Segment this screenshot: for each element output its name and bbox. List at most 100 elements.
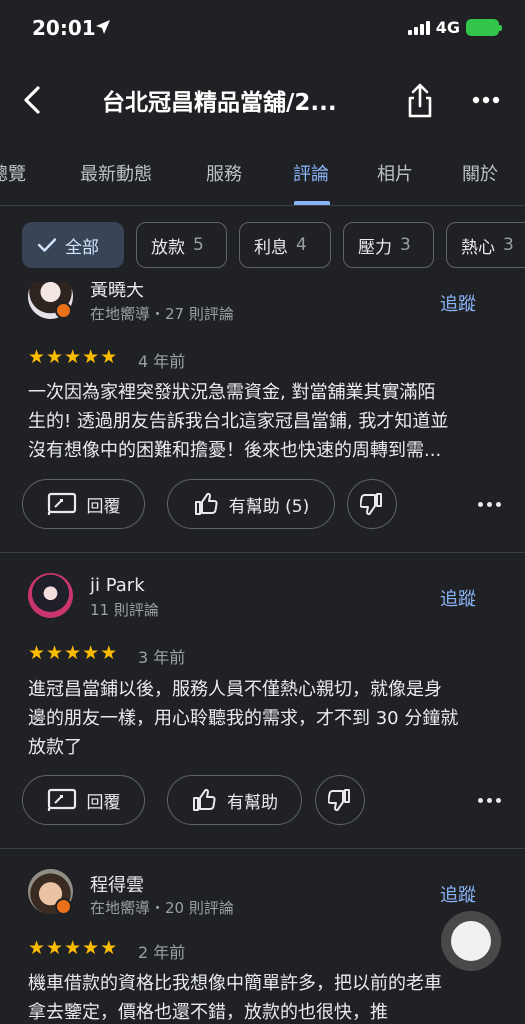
tab-about[interactable]: 關於 bbox=[462, 160, 498, 186]
star-rating: ★ ★ ★ ★ ★ bbox=[28, 939, 117, 958]
filter-chip-label: 熱心 bbox=[461, 237, 495, 258]
local-guide-badge-icon bbox=[55, 302, 72, 319]
star-icon: ★ bbox=[82, 642, 100, 664]
review-text-line: 沒有想像中的困難和擔憂！後來也快速的周轉到需... bbox=[28, 440, 442, 461]
more-options-button[interactable] bbox=[468, 88, 504, 112]
tab-overview[interactable]: 總覽 bbox=[0, 160, 26, 186]
filter-chip-count: 4 bbox=[296, 235, 307, 255]
reply-icon bbox=[47, 788, 76, 811]
not-helpful-button[interactable] bbox=[315, 775, 365, 825]
check-icon bbox=[37, 238, 57, 252]
network-type: 4G bbox=[435, 18, 460, 37]
share-icon bbox=[408, 83, 432, 118]
thumbs-up-icon bbox=[194, 492, 218, 515]
active-tab-indicator bbox=[294, 201, 330, 205]
review-card: ji Park 11 則評論 追蹤 ★ ★ ★ ★ ★ 3 年前 進冠昌當鋪以後，服務人… bbox=[0, 553, 525, 848]
review-date: 2 年前 bbox=[138, 943, 186, 962]
star-icon: ★ bbox=[100, 937, 118, 959]
filter-chip-all[interactable]: 全部 bbox=[22, 222, 124, 268]
reply-label: 回覆 bbox=[86, 792, 121, 813]
review-more-icon[interactable] bbox=[478, 499, 506, 509]
filter-chip-label: 全部 bbox=[65, 237, 99, 258]
filter-chip-pressure[interactable]: 壓力 3 bbox=[343, 222, 434, 268]
review-card: 黃曉大 在地嚮導・27 則評論 追蹤 ★ ★ ★ ★ ★ 4 年前 一次因為家裡突發狀況… bbox=[0, 282, 525, 552]
place-tabs: 總覽 最新動態 服務 評論 相片 關於 bbox=[0, 142, 525, 206]
review-text[interactable]: 進冠昌當鋪以後，服務人員不僅熱心親切，就像是身 邊的朋友一樣，用心聆聽我的需求，… bbox=[28, 675, 498, 762]
thumbs-down-icon bbox=[360, 493, 382, 516]
helpful-label: 有幫助 (5) bbox=[228, 496, 310, 517]
local-guide-badge-icon bbox=[55, 898, 72, 915]
page-title: 台北冠昌精品當舖/2... bbox=[102, 90, 337, 116]
thumbs-down-icon bbox=[328, 789, 350, 812]
star-icon: ★ bbox=[64, 642, 82, 664]
assistive-touch-button[interactable] bbox=[441, 911, 501, 971]
star-icon: ★ bbox=[46, 937, 64, 959]
review-date: 3 年前 bbox=[138, 648, 186, 667]
review-text-line: 生的! 透過朋友告訴我台北這家冠昌當鋪, 我才知道並 bbox=[28, 411, 449, 432]
filter-chip-count: 5 bbox=[193, 235, 204, 255]
reviewer-name[interactable]: 程得雲 bbox=[90, 871, 144, 897]
reply-label: 回覆 bbox=[86, 496, 121, 517]
review-text-line: 邊的朋友一樣，用心聆聽我的需求，才不到 30 分鐘就 bbox=[28, 708, 459, 729]
star-icon: ★ bbox=[100, 346, 118, 368]
tab-updates[interactable]: 最新動態 bbox=[80, 160, 152, 186]
filter-chip-count: 3 bbox=[400, 235, 411, 255]
reply-button[interactable]: 回覆 bbox=[22, 775, 145, 825]
helpful-button[interactable]: 有幫助 (5) bbox=[167, 479, 335, 529]
thumbs-up-icon bbox=[193, 788, 216, 811]
filter-chip-label: 放款 bbox=[151, 237, 185, 258]
follow-button[interactable]: 追蹤 bbox=[440, 881, 476, 907]
filter-chip-interest[interactable]: 利息 4 bbox=[239, 222, 331, 268]
star-rating: ★ ★ ★ ★ ★ bbox=[28, 644, 117, 663]
reviewer-meta: 11 則評論 bbox=[90, 601, 159, 619]
review-text[interactable]: 一次因為家裡突發狀況急需資金, 對當舖業其實滿陌 生的! 透過朋友告訴我台北這家… bbox=[28, 378, 498, 465]
share-button[interactable] bbox=[402, 80, 438, 120]
filter-chip-enthusiastic[interactable]: 熱心 3 bbox=[446, 222, 525, 268]
review-text-line: 拿去鑒定，價格也還不錯，放款的也很快，推 bbox=[28, 1002, 388, 1023]
review-text[interactable]: 機車借款的資格比我想像中簡單許多，把以前的老車 拿去鑒定，價格也還不錯，放款的也… bbox=[28, 969, 498, 1024]
reply-icon bbox=[47, 492, 76, 515]
reviewer-meta: 在地嚮導・20 則評論 bbox=[90, 899, 234, 917]
follow-button[interactable]: 追蹤 bbox=[440, 290, 476, 316]
review-filter-chips: 全部 放款 5 利息 4 壓力 3 熱心 3 bbox=[0, 222, 525, 272]
star-rating: ★ ★ ★ ★ ★ bbox=[28, 348, 117, 367]
review-text-line: 進冠昌當鋪以後，服務人員不僅熱心親切，就像是身 bbox=[28, 679, 442, 700]
star-icon: ★ bbox=[64, 346, 82, 368]
back-button[interactable] bbox=[14, 80, 50, 120]
helpful-button[interactable]: 有幫助 bbox=[167, 775, 302, 825]
filter-chip-count: 3 bbox=[503, 235, 514, 255]
reviewer-meta: 在地嚮導・27 則評論 bbox=[90, 305, 234, 323]
star-icon: ★ bbox=[46, 642, 64, 664]
status-time: 20:01 bbox=[32, 16, 96, 40]
not-helpful-button[interactable] bbox=[347, 479, 397, 529]
star-icon: ★ bbox=[64, 937, 82, 959]
status-bar: 20:01 4G bbox=[0, 0, 525, 58]
star-icon: ★ bbox=[100, 642, 118, 664]
star-icon: ★ bbox=[82, 937, 100, 959]
review-more-icon[interactable] bbox=[478, 795, 506, 805]
status-indicators: 4G bbox=[407, 18, 502, 37]
review-date: 4 年前 bbox=[138, 352, 186, 371]
reviewer-name[interactable]: ji Park bbox=[90, 575, 145, 596]
star-icon: ★ bbox=[28, 642, 46, 664]
filter-chip-loan[interactable]: 放款 5 bbox=[136, 222, 227, 268]
review-text-line: 一次因為家裡突發狀況急需資金, 對當舖業其實滿陌 bbox=[28, 382, 436, 403]
review-text-line: 放款了 bbox=[28, 737, 82, 758]
tab-services[interactable]: 服務 bbox=[206, 160, 242, 186]
star-icon: ★ bbox=[46, 346, 64, 368]
follow-button[interactable]: 追蹤 bbox=[440, 585, 476, 611]
battery-charging-icon bbox=[466, 19, 502, 36]
reviewer-name[interactable]: 黃曉大 bbox=[90, 282, 144, 302]
tab-reviews[interactable]: 評論 bbox=[293, 160, 329, 186]
filter-chip-label: 利息 bbox=[254, 237, 288, 258]
location-arrow-icon bbox=[95, 19, 111, 39]
reply-button[interactable]: 回覆 bbox=[22, 479, 145, 529]
signal-icon bbox=[407, 20, 430, 35]
helpful-label: 有幫助 bbox=[227, 792, 278, 813]
tab-photos[interactable]: 相片 bbox=[377, 160, 413, 186]
back-arrow-icon bbox=[24, 86, 40, 114]
more-horizontal-icon bbox=[472, 96, 500, 104]
filter-chip-label: 壓力 bbox=[358, 237, 392, 258]
review-text-line: 機車借款的資格比我想像中簡單許多，把以前的老車 bbox=[28, 973, 442, 994]
reviewer-avatar[interactable] bbox=[28, 573, 73, 618]
